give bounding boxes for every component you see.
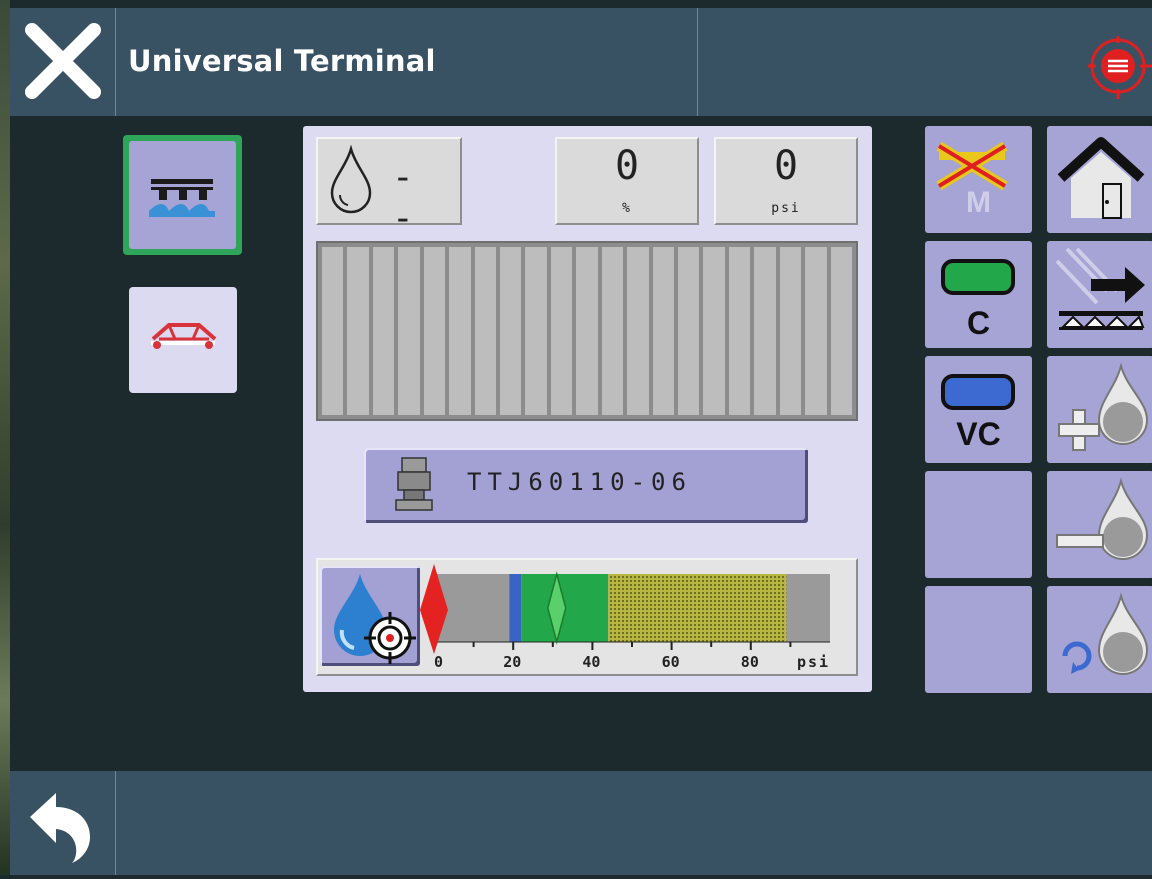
gauge-tick-label: 60 <box>661 653 680 671</box>
ecu-logo-icon <box>1086 33 1152 103</box>
rate-target-button[interactable] <box>320 566 420 666</box>
auto-control-button[interactable]: C <box>925 241 1032 348</box>
background-strip <box>0 0 10 875</box>
back-arrow-icon <box>30 793 90 863</box>
section-bar <box>728 247 751 415</box>
section-bar <box>627 247 649 415</box>
percent-unit: % <box>622 201 632 216</box>
variable-control-button[interactable]: VC <box>925 356 1032 463</box>
section-bar <box>347 247 369 415</box>
back-button[interactable] <box>10 771 116 875</box>
header-divider <box>697 8 698 116</box>
percent-value: 0 <box>614 143 640 189</box>
home-icon <box>1047 126 1152 237</box>
gauge-band <box>509 574 522 642</box>
flow-value: - - <box>392 157 424 239</box>
section-bar <box>601 247 624 415</box>
section-bar <box>678 247 700 415</box>
section-bar <box>830 247 852 415</box>
manual-off-icon <box>925 126 1032 237</box>
manual-off-button[interactable]: M <box>925 126 1032 233</box>
nozzle-label: TTJ60110-06 <box>467 468 692 496</box>
boom-spray-icon <box>149 179 215 217</box>
section-bar <box>576 247 598 415</box>
section-bar <box>550 247 573 415</box>
section-bar <box>372 247 395 415</box>
boom-fold-icon <box>151 323 217 349</box>
empty-slot-button[interactable] <box>925 471 1032 578</box>
percent-readout: 0 % <box>555 137 699 225</box>
section-bar <box>474 247 496 415</box>
gauge-band <box>786 574 830 642</box>
droplet-icon <box>330 145 372 214</box>
gauge-tick-label: 40 <box>582 653 601 671</box>
section-bar <box>779 247 802 415</box>
footer-bar <box>10 771 1152 875</box>
pressure-unit: psi <box>771 201 801 216</box>
close-icon <box>25 23 101 99</box>
button-label: C <box>966 305 991 341</box>
rate-target-icon <box>334 574 416 664</box>
section-bar <box>703 247 725 415</box>
boom-next-icon <box>1047 241 1152 352</box>
boom-spray-button[interactable] <box>123 135 242 255</box>
rate-decrease-button[interactable] <box>1047 471 1152 578</box>
section-bar <box>754 247 776 415</box>
section-bar <box>652 247 674 415</box>
rate-reset-icon <box>1047 586 1152 697</box>
gauge-band <box>608 574 787 642</box>
section-bar <box>525 247 547 415</box>
gauge-unit-label: psi <box>797 653 831 671</box>
section-bar <box>322 247 344 415</box>
button-label: VC <box>956 416 1001 452</box>
gauge-tick-label: 80 <box>740 653 759 671</box>
home-button[interactable] <box>1047 126 1152 233</box>
section-bar <box>398 247 420 415</box>
flow-readout: - - <box>316 137 462 239</box>
gauge-tick-label: 0 <box>434 653 444 671</box>
section-bar <box>449 247 471 415</box>
boom-fold-button[interactable] <box>129 287 237 393</box>
nozzle-icon <box>395 457 433 511</box>
close-button[interactable] <box>10 8 116 116</box>
empty-slot-button[interactable] <box>925 586 1032 693</box>
rate-decrease-icon <box>1047 471 1152 582</box>
section-status-bars <box>316 241 858 421</box>
gauge-tick-label: 20 <box>503 653 522 671</box>
section-bar <box>423 247 446 415</box>
section-bar <box>500 247 522 415</box>
boom-next-button[interactable] <box>1047 241 1152 348</box>
button-label: M <box>966 186 991 219</box>
page-title: Universal Terminal <box>128 44 436 78</box>
rate-reset-button[interactable] <box>1047 586 1152 693</box>
pressure-readout: 0 psi <box>714 137 858 225</box>
rate-increase-button[interactable] <box>1047 356 1152 463</box>
section-bar <box>805 247 827 415</box>
rate-increase-icon <box>1047 356 1152 467</box>
pressure-value: 0 <box>773 143 799 189</box>
nozzle-select-button[interactable]: TTJ60110-06 <box>364 448 808 523</box>
